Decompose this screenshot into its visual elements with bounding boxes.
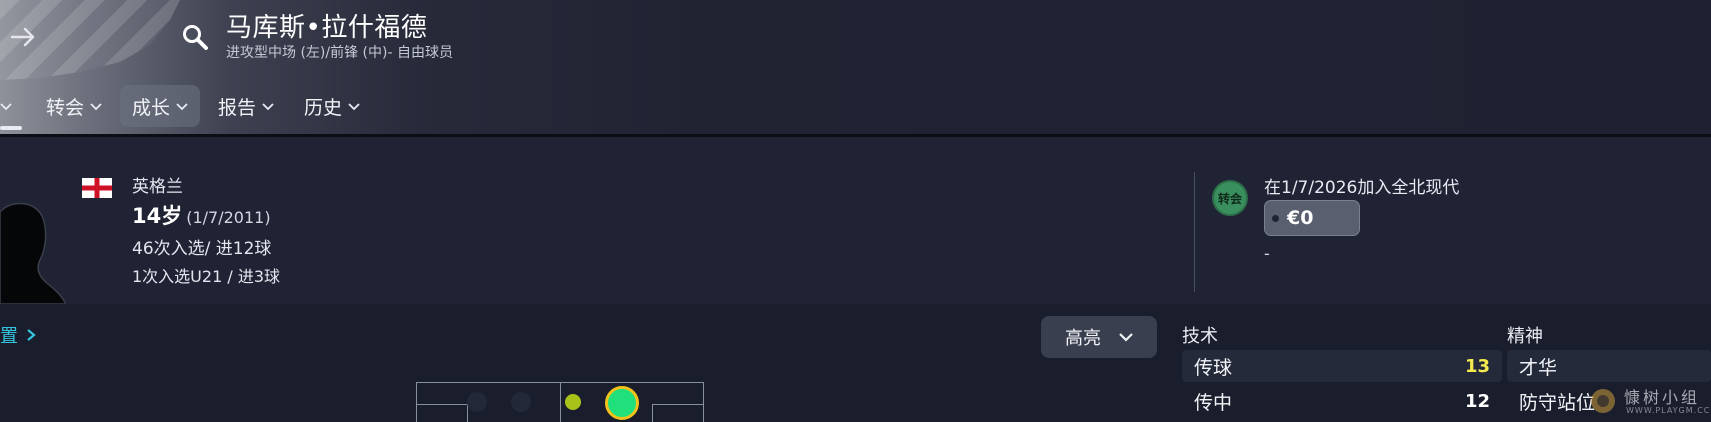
pitch-penalty-box-left — [416, 404, 468, 422]
england-flag-icon — [82, 178, 112, 198]
price-tag-hole — [1272, 215, 1279, 222]
site-watermark: 慷树小组 WWW.PLAYGM.CC — [1588, 384, 1711, 420]
tab-overview[interactable] — [0, 85, 28, 127]
chevron-right-icon — [27, 329, 36, 341]
mental-header: 精神 — [1507, 326, 1543, 347]
position-slot-empty — [467, 392, 487, 412]
technical-header: 技术 — [1182, 326, 1218, 347]
attribute-name: 传球 — [1194, 356, 1233, 379]
search-icon — [183, 25, 208, 50]
watermark-url: WWW.PLAYGM.CC — [1626, 406, 1711, 415]
tab-label: 报告 — [218, 96, 257, 119]
tab-reports[interactable]: 报告 — [206, 85, 286, 127]
date-of-birth: (1/7/2011) — [186, 208, 271, 227]
player-avatar — [0, 172, 68, 305]
chevron-down-icon — [90, 103, 102, 111]
back-button[interactable] — [6, 20, 40, 54]
attribute-name: 传中 — [1194, 391, 1233, 414]
player-name: 马库斯•拉什福德 — [226, 13, 428, 43]
chevron-down-icon — [348, 103, 360, 111]
attribute-row-crossing[interactable]: 传中 12 — [1182, 385, 1502, 417]
tab-label: 转会 — [46, 96, 85, 119]
highlight-label: 高亮 — [1065, 328, 1101, 349]
position-dot-secondary — [563, 392, 583, 412]
attribute-row-flair[interactable]: 才华 — [1507, 350, 1711, 382]
watermark-text: 慷树小组 — [1624, 388, 1701, 407]
joined-club-text: 在1/7/2026加入全北现代 — [1264, 178, 1460, 198]
attribute-value: 13 — [1464, 355, 1490, 377]
age-line: 14岁 (1/7/2011) — [132, 200, 271, 230]
position-pitch — [416, 382, 704, 422]
watermark-logo-icon — [1591, 389, 1615, 413]
player-age: 14岁 — [132, 204, 183, 228]
highlight-dropdown[interactable]: 高亮 — [1041, 316, 1157, 358]
chevron-down-icon — [176, 103, 188, 111]
profile-tabs: 转会 成长 报告 历史 — [0, 85, 378, 127]
pitch-penalty-box-right — [652, 404, 704, 422]
u21-caps: 1次入选U21 / 进3球 — [132, 267, 280, 286]
chevron-down-icon — [262, 103, 274, 111]
attribute-name: 才华 — [1519, 356, 1558, 379]
position-slot-empty — [511, 392, 531, 412]
transfer-badge: 转会 — [1212, 180, 1248, 216]
section-link-label: 置 — [0, 326, 18, 347]
transfer-fee-tag: €0 — [1264, 200, 1360, 236]
tab-transfer[interactable]: 转会 — [34, 85, 114, 127]
player-position: 进攻型中场 (左)/前锋 (中)- 自由球员 — [226, 45, 453, 61]
attribute-row-passing[interactable]: 传球 13 — [1182, 350, 1502, 382]
active-tab-indicator — [0, 126, 22, 130]
player-silhouette-icon — [0, 202, 68, 305]
attribute-value: 12 — [1464, 390, 1490, 412]
positions-section-link[interactable]: 置 — [0, 322, 36, 348]
player-header: 马库斯•拉什福德 进攻型中场 (左)/前锋 (中)- 自由球员 转会 成长 报告 — [0, 0, 1711, 135]
tab-label: 成长 — [132, 96, 171, 119]
search-button[interactable] — [178, 20, 212, 54]
arrow-right-icon — [10, 27, 35, 47]
attribute-name: 防守站位 — [1519, 391, 1596, 414]
transfer-fee-sub: - — [1264, 244, 1270, 263]
transfer-fee-value: €0 — [1287, 207, 1314, 229]
position-dot-primary — [605, 386, 639, 420]
nationality[interactable]: 英格兰 — [132, 172, 183, 197]
pitch-halfway-line — [560, 383, 561, 422]
tab-label: 历史 — [304, 96, 343, 119]
international-caps: 46次入选/ 进12球 — [132, 239, 272, 259]
panel-divider — [1194, 172, 1195, 292]
chevron-down-icon — [0, 103, 12, 111]
tab-history[interactable]: 历史 — [292, 85, 372, 127]
tab-development[interactable]: 成长 — [120, 85, 201, 127]
chevron-down-icon — [1119, 333, 1133, 342]
